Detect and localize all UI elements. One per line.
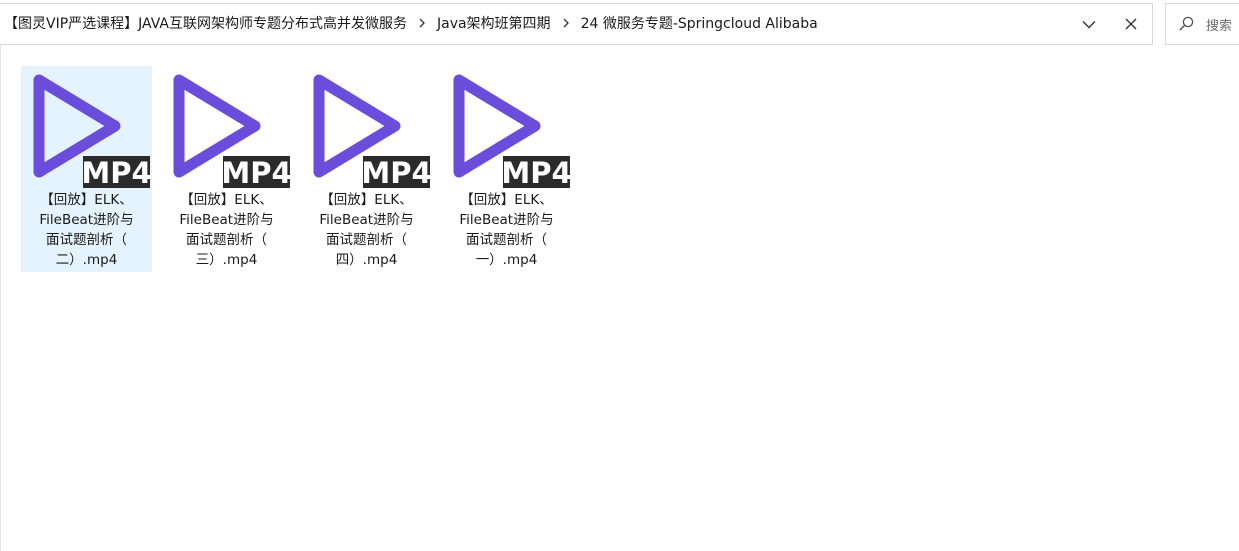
- file-item[interactable]: MP4 【回放】ELK、 FileBeat进阶与 面试题剖析（ 四）.mp4: [301, 66, 432, 272]
- chevron-right-icon[interactable]: [409, 4, 435, 44]
- file-item[interactable]: MP4 【回放】ELK、 FileBeat进阶与 面试题剖析（ 二）.mp4: [21, 66, 152, 272]
- chevron-right-icon[interactable]: [553, 4, 579, 44]
- mp4-video-icon: MP4: [453, 74, 571, 190]
- breadcrumb-item-course[interactable]: 【图灵VIP严选课程】JAVA互联网架构师专题分布式高并发微服务: [2, 4, 409, 44]
- file-item[interactable]: MP4 【回放】ELK、 FileBeat进阶与 面试题剖析（ 一）.mp4: [441, 66, 572, 272]
- mp4-video-icon: MP4: [313, 74, 431, 190]
- pane-divider: [0, 45, 1, 551]
- file-item[interactable]: MP4 【回放】ELK、 FileBeat进阶与 面试题剖析（ 三）.mp4: [161, 66, 292, 272]
- mp4-badge: MP4: [221, 156, 291, 190]
- chevron-down-icon: [1082, 20, 1096, 29]
- file-name: 【回放】ELK、 FileBeat进阶与 面试题剖析（ 三）.mp4: [179, 192, 274, 268]
- mp4-badge: MP4: [361, 156, 431, 190]
- mp4-video-icon: MP4: [173, 74, 291, 190]
- search-input[interactable]: 搜索: [1165, 3, 1239, 45]
- history-dropdown-button[interactable]: [1068, 4, 1110, 44]
- breadcrumb-item-topic[interactable]: 24 微服务专题-Springcloud Alibaba: [579, 4, 820, 44]
- mp4-video-icon: MP4: [33, 74, 151, 190]
- search-icon: [1166, 16, 1206, 32]
- file-explorer-window: 【图灵VIP严选课程】JAVA互联网架构师专题分布式高并发微服务 Java架构班…: [0, 0, 1239, 551]
- breadcrumb-item-class[interactable]: Java架构班第四期: [435, 4, 553, 44]
- mp4-badge: MP4: [501, 156, 571, 190]
- file-name: 【回放】ELK、 FileBeat进阶与 面试题剖析（ 一）.mp4: [459, 192, 554, 268]
- search-placeholder: 搜索: [1206, 18, 1233, 34]
- address-bar[interactable]: 【图灵VIP严选课程】JAVA互联网架构师专题分布式高并发微服务 Java架构班…: [0, 3, 1153, 45]
- clear-address-button[interactable]: [1110, 4, 1152, 44]
- file-name: 【回放】ELK、 FileBeat进阶与 面试题剖析（ 四）.mp4: [319, 192, 414, 268]
- close-icon: [1125, 18, 1137, 30]
- breadcrumb: 【图灵VIP严选课程】JAVA互联网架构师专题分布式高并发微服务 Java架构班…: [0, 4, 1068, 44]
- mp4-badge: MP4: [81, 156, 151, 190]
- file-name: 【回放】ELK、 FileBeat进阶与 面试题剖析（ 二）.mp4: [39, 192, 134, 268]
